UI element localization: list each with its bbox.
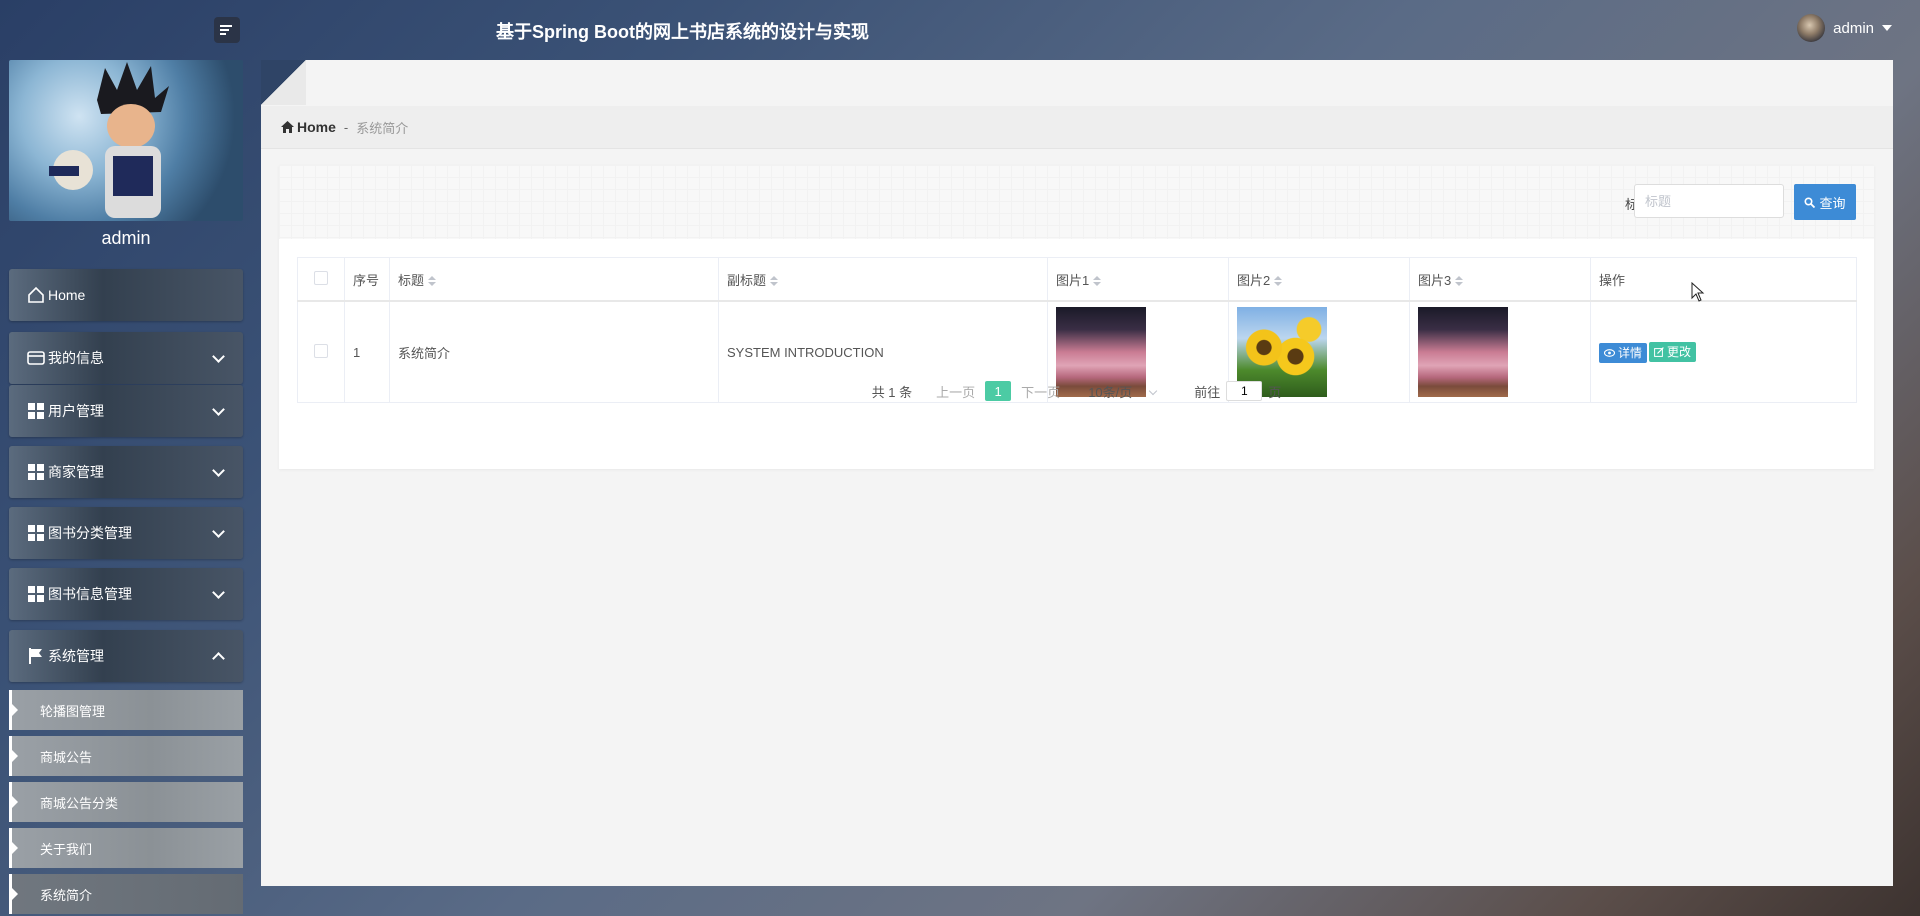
sidebar-item-book-categories[interactable]: 图书分类管理 [9, 507, 243, 559]
chevron-down-icon [212, 524, 225, 538]
eye-icon [1604, 348, 1615, 357]
chevron-down-icon [212, 585, 225, 599]
prev-page-button[interactable]: 上一页 [936, 382, 975, 401]
goto-page-input[interactable] [1226, 381, 1263, 401]
content-panel: 标题 查询 序号 标题 副标题 图片1 图片2 图片3 操作 1 系统简介 SY… [279, 165, 1874, 469]
caret-down-icon [1882, 25, 1892, 31]
sidebar-item-merchants[interactable]: 商家管理 [9, 446, 243, 498]
table-header-row: 序号 标题 副标题 图片1 图片2 图片3 操作 [297, 257, 1857, 302]
breadcrumb-home[interactable]: Home [281, 119, 336, 135]
edit-icon [1654, 346, 1664, 357]
col-image2[interactable]: 图片2 [1228, 257, 1410, 302]
col-image1[interactable]: 图片1 [1047, 257, 1229, 302]
home-icon [281, 121, 294, 133]
grid-icon [26, 462, 46, 482]
sidebar-item-label: 商家管理 [48, 464, 104, 480]
sidebar-item-users[interactable]: 用户管理 [9, 385, 243, 437]
breadcrumb-current: 系统简介 [356, 120, 409, 136]
flag-icon [26, 646, 46, 666]
sort-icon[interactable] [770, 276, 779, 287]
select-all-cell [297, 257, 345, 302]
menu-icon [220, 25, 232, 35]
grid-icon [26, 401, 46, 421]
sidebar-item-label: 图书分类管理 [48, 525, 132, 541]
chevron-down-icon [212, 349, 225, 363]
search-icon [1804, 196, 1816, 208]
sidebar-subitem-notice-categories[interactable]: 商城公告分类 [9, 782, 243, 822]
sidebar-item-label: Home [48, 287, 86, 303]
home-icon [26, 285, 46, 305]
app-title: 基于Spring Boot的网上书店系统的设计与实现 [496, 22, 869, 42]
corner-fold [261, 60, 306, 105]
sidebar-item-label: 我的信息 [48, 350, 104, 366]
sidebar-item-book-info[interactable]: 图书信息管理 [9, 568, 243, 620]
sidebar-subitem-notices[interactable]: 商城公告 [9, 736, 243, 776]
sidebar-item-label: 图书信息管理 [48, 586, 132, 602]
col-title[interactable]: 标题 [389, 257, 719, 302]
sidebar-item-my-info[interactable]: 我的信息 [9, 332, 243, 384]
user-menu[interactable]: admin [1797, 14, 1892, 42]
pagination: 共 1 条 上一页 1 下一页 10条/页 前往 页 [279, 376, 1874, 406]
pagination-total: 共 1 条 [871, 384, 913, 400]
profile-name: admin [101, 228, 151, 248]
goto-page: 前往 页 [1194, 381, 1281, 401]
col-index: 序号 [344, 257, 390, 302]
col-actions: 操作 [1590, 257, 1857, 302]
select-all-checkbox[interactable] [314, 270, 328, 285]
sort-icon[interactable] [1274, 276, 1283, 287]
sort-icon[interactable] [1455, 276, 1464, 287]
sidebar-subitem-carousel[interactable]: 轮播图管理 [9, 690, 243, 730]
breadcrumb: Home - 系统简介 [261, 106, 1893, 149]
username: admin [1833, 19, 1874, 37]
page-size-select[interactable]: 10条/页 [1088, 382, 1158, 401]
search-bar: 标题 查询 [279, 165, 1874, 239]
top-bar: 基于Spring Boot的网上书店系统的设计与实现 admin [0, 0, 1920, 60]
col-image3[interactable]: 图片3 [1409, 257, 1591, 302]
next-page-button[interactable]: 下一页 [1021, 382, 1060, 401]
grid-icon [26, 584, 46, 604]
detail-button[interactable]: 详情 [1599, 342, 1648, 363]
profile-image [9, 60, 243, 221]
sort-icon[interactable] [1093, 276, 1102, 287]
search-button[interactable]: 查询 [1794, 184, 1856, 220]
mouse-cursor-icon [1691, 282, 1705, 302]
sidebar-item-home[interactable]: Home [9, 269, 243, 321]
main-content: Home - 系统简介 标题 查询 序号 标题 副标题 图片1 图片2 图片3 … [261, 60, 1893, 886]
chevron-down-icon [212, 463, 225, 477]
profile-figure-icon [49, 62, 169, 218]
sort-icon[interactable] [428, 276, 437, 287]
menu-toggle-button[interactable] [214, 17, 240, 43]
breadcrumb-separator: - [343, 119, 349, 135]
sidebar: admin Home 我的信息 用户管理 商家管理 图书分类管理 图书信息管理 … [9, 60, 243, 916]
row-checkbox[interactable] [314, 343, 328, 358]
sidebar-subitem-intro[interactable]: 系统简介 [9, 874, 243, 914]
search-input[interactable] [1634, 184, 1784, 218]
chevron-up-icon [212, 651, 225, 665]
chevron-down-icon [1149, 386, 1158, 396]
wallet-icon [26, 348, 46, 368]
page-number-button[interactable]: 1 [985, 381, 1012, 401]
chevron-down-icon [212, 402, 225, 416]
grid-icon [26, 523, 46, 543]
col-subtitle[interactable]: 副标题 [718, 257, 1048, 302]
sidebar-item-label: 用户管理 [48, 403, 104, 419]
avatar [1797, 14, 1826, 42]
sidebar-subitem-about[interactable]: 关于我们 [9, 828, 243, 868]
edit-button[interactable]: 更改 [1649, 341, 1697, 362]
sidebar-item-system[interactable]: 系统管理 [9, 630, 243, 682]
sidebar-item-label: 系统管理 [48, 648, 104, 664]
